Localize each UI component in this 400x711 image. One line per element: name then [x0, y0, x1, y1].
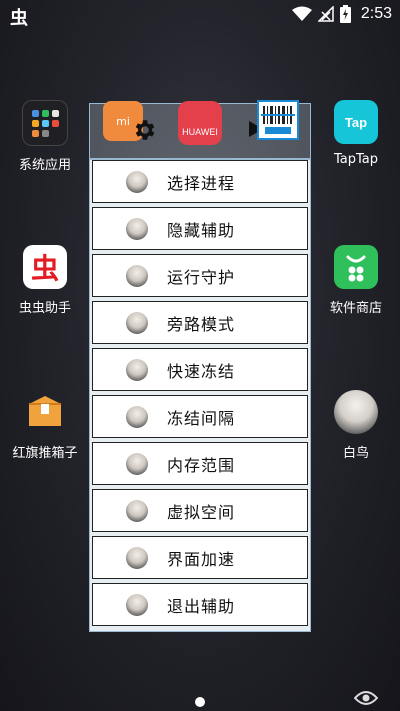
avatar-icon	[126, 593, 148, 616]
avatar-icon	[126, 217, 148, 240]
app-label: 软件商店	[329, 301, 382, 316]
menu-item-label: 快速冻结	[167, 361, 236, 381]
avatar-icon	[126, 358, 148, 381]
menu-item-label: 选择进程	[167, 173, 236, 193]
avatar-icon	[126, 546, 148, 569]
eye-icon[interactable]	[354, 690, 378, 706]
menu-item-run-guard[interactable]: 运行守护	[92, 254, 308, 297]
folder-icon	[22, 100, 68, 146]
menu-item-label: 旁路模式	[167, 314, 236, 334]
menu-item-label: 退出辅助	[167, 596, 236, 616]
box-icon	[23, 390, 67, 434]
menu-item-label: 运行守护	[167, 267, 236, 287]
app-bainiao[interactable]: 白鸟	[311, 390, 400, 461]
menu-item-ui-acceleration[interactable]: 界面加速	[92, 536, 308, 579]
status-time: 2:53	[360, 5, 392, 22]
battery-charging-icon	[339, 5, 351, 23]
app-software-store[interactable]: 软件商店	[311, 245, 400, 316]
menu-item-hide-assist[interactable]: 隐藏辅助	[92, 207, 308, 250]
taptap-icon: Tap	[334, 100, 378, 144]
avatar-icon	[126, 499, 148, 522]
app-chongchong-helper[interactable]: 虫 虫虫助手	[0, 245, 90, 316]
app-label: 红旗推箱子	[12, 446, 78, 461]
status-icons: 2:53	[291, 3, 392, 25]
avatar-icon	[126, 405, 148, 428]
menu-item-virtual-space[interactable]: 虚拟空间	[92, 489, 308, 532]
page-indicator	[195, 697, 205, 707]
bainiao-avatar-icon	[334, 390, 378, 434]
menu-item-label: 内存范围	[167, 455, 236, 475]
app-label: 白鸟	[342, 446, 369, 461]
avatar-icon	[126, 311, 148, 334]
store-icon	[334, 245, 378, 289]
app-sokoban[interactable]: 红旗推箱子	[0, 390, 90, 461]
app-label: 虫虫助手	[18, 301, 71, 316]
no-signal-icon	[317, 6, 334, 22]
chongchong-icon: 虫	[23, 245, 67, 289]
app-taptap[interactable]: Tap TapTap	[311, 100, 400, 167]
scanner-app-icon[interactable]	[257, 100, 299, 140]
wifi-icon	[291, 6, 312, 21]
huawei-appgallery-icon[interactable]: HUAWEI	[178, 101, 222, 145]
app-label: TapTap	[333, 152, 378, 167]
floating-toolbar: mi HUAWEI	[89, 100, 311, 159]
menu-item-label: 界面加速	[167, 549, 236, 569]
avatar-icon	[126, 264, 148, 287]
status-app-logo: 虫	[10, 8, 28, 29]
avatar-icon	[126, 452, 148, 475]
avatar-icon	[126, 170, 148, 193]
app-label: 系统应用	[18, 158, 71, 173]
menu-item-bypass-mode[interactable]: 旁路模式	[92, 301, 308, 344]
menu-item-memory-range[interactable]: 内存范围	[92, 442, 308, 485]
menu-item-select-process[interactable]: 选择进程	[92, 160, 308, 203]
menu-item-label: 冻结间隔	[167, 408, 236, 428]
assist-menu-panel: 选择进程 隐藏辅助 运行守护 旁路模式 快速冻结 冻结间隔 内存范围 虚拟空间 …	[89, 159, 311, 632]
menu-item-label: 虚拟空间	[167, 502, 236, 522]
menu-item-freeze-interval[interactable]: 冻结间隔	[92, 395, 308, 438]
menu-item-label: 隐藏辅助	[167, 220, 236, 240]
app-system-apps[interactable]: 系统应用	[0, 100, 90, 173]
menu-item-exit-assist[interactable]: 退出辅助	[92, 583, 308, 626]
menu-item-quick-freeze[interactable]: 快速冻结	[92, 348, 308, 391]
status-bar: 虫 2:53	[0, 0, 400, 29]
gear-icon[interactable]	[131, 117, 157, 143]
